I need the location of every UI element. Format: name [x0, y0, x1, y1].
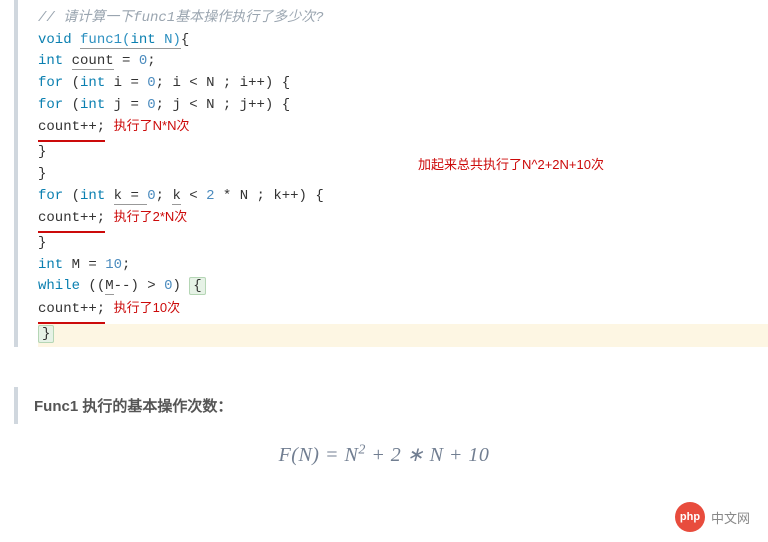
var-count: count — [72, 53, 114, 70]
formula: F(N) = N2 + 2 ∗ N + 10 — [0, 442, 768, 467]
kw-void: void — [38, 32, 72, 48]
annotation-2n: 执行了2*N次 — [114, 209, 188, 224]
brace-highlight: } — [38, 325, 54, 343]
kw-for: for — [38, 97, 63, 113]
code-block: // 请计算一下func1基本操作执行了多少次? void func1(int … — [14, 0, 768, 347]
annotation-10: 执行了10次 — [114, 300, 180, 315]
watermark: php 中文网 — [675, 502, 750, 532]
annotation-nn: 执行了N*N次 — [114, 118, 190, 133]
brace: } — [38, 235, 46, 251]
watermark-text: 中文网 — [711, 508, 750, 527]
kw-int: int — [38, 257, 63, 273]
kw-while: while — [38, 278, 80, 294]
kw-int: int — [38, 53, 63, 69]
fn-name: func1(int N) — [80, 32, 181, 49]
kw-for: for — [38, 75, 63, 91]
summary-title: Func1 执行的基本操作次数： — [14, 387, 768, 424]
annotation-sum: 加起来总共执行了N^2+2N+10次 — [418, 155, 604, 175]
brace: } — [38, 144, 46, 160]
kw-for: for — [38, 188, 63, 204]
code-comment: // 请计算一下func1基本操作执行了多少次? — [38, 10, 324, 26]
brace-highlight: { — [189, 277, 205, 295]
count-stmt: count++; — [38, 208, 105, 233]
count-stmt: count++; — [38, 117, 105, 142]
watermark-logo: php — [675, 502, 705, 532]
count-stmt: count++; — [38, 299, 105, 324]
brace: } — [38, 166, 46, 182]
